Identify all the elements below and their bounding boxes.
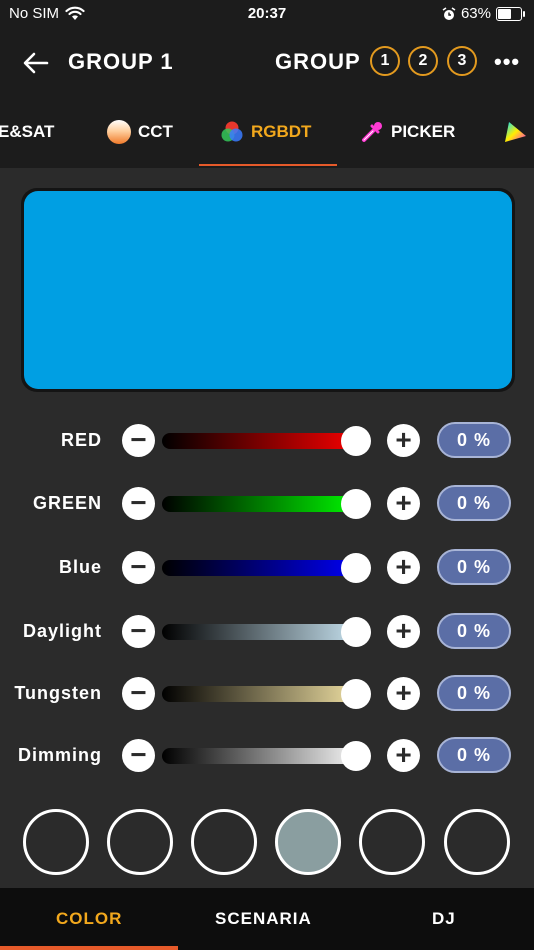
value-readout: 0 % — [437, 613, 511, 649]
slider-thumb[interactable] — [341, 679, 372, 709]
slider-row-tungsten: Tungsten − +0 % — [0, 674, 534, 714]
group-button-3[interactable]: 3 — [447, 46, 477, 76]
preset-slot-2[interactable] — [107, 809, 173, 875]
increase-button[interactable]: + — [387, 487, 420, 520]
value-readout: 0 % — [437, 422, 511, 458]
increase-button[interactable]: + — [387, 677, 420, 710]
decrease-button[interactable]: − — [122, 677, 155, 710]
increase-button[interactable]: + — [387, 424, 420, 457]
tab-label: RGBDT — [251, 122, 312, 141]
increase-button[interactable]: + — [387, 615, 420, 648]
tab-label: CCT — [138, 122, 173, 141]
value-readout: 0 % — [437, 485, 511, 521]
slider-row-dimming: Dimming − +0 % — [0, 736, 534, 776]
alarm-icon — [442, 6, 456, 20]
decrease-button[interactable]: − — [122, 739, 155, 772]
slider-thumb[interactable] — [341, 426, 372, 456]
mode-tabs: E&SAT CCT RGBDT PICKER — [0, 98, 534, 168]
decrease-button[interactable]: − — [122, 487, 155, 520]
increase-button[interactable]: + — [387, 551, 420, 584]
slider-track[interactable] — [162, 560, 366, 576]
tab-hue-sat[interactable]: E&SAT — [0, 120, 54, 144]
slider-thumb[interactable] — [341, 617, 372, 647]
value-readout: 0 % — [437, 549, 511, 585]
rgb-circles-icon — [221, 121, 243, 142]
slider-track[interactable] — [162, 686, 366, 702]
slider-track[interactable] — [162, 433, 366, 449]
triangle-gamut-icon — [505, 122, 526, 142]
slider-thumb[interactable] — [341, 741, 372, 771]
slider-label: Dimming — [17, 745, 102, 765]
preset-slot-3[interactable] — [191, 809, 257, 875]
preset-slot-5[interactable] — [359, 809, 425, 875]
nav-dj[interactable]: DJ — [432, 909, 456, 929]
slider-row-blue: Blue − +0 % — [0, 548, 534, 588]
battery-icon — [496, 6, 525, 21]
slider-label: RED — [60, 430, 102, 450]
tab-label: PICKER — [391, 122, 456, 141]
decrease-button[interactable]: − — [122, 551, 155, 584]
battery-group: 63% — [442, 5, 525, 22]
slider-label: Blue — [58, 557, 102, 577]
value-readout: 0 % — [437, 675, 511, 711]
bottom-nav: COLOR SCENARIA DJ — [0, 888, 534, 950]
group-button-2[interactable]: 2 — [408, 46, 438, 76]
slider-row-daylight: Daylight − +0 % — [0, 612, 534, 652]
tab-gamut[interactable] — [503, 120, 527, 144]
increase-button[interactable]: + — [387, 739, 420, 772]
slider-label: GREEN — [32, 493, 102, 513]
nav-scenaria[interactable]: SCENARIA — [215, 909, 312, 929]
back-arrow-icon[interactable] — [22, 50, 50, 76]
value-readout: 0 % — [437, 737, 511, 773]
slider-label: Daylight — [22, 621, 102, 641]
group-button-1[interactable]: 1 — [370, 46, 400, 76]
status-bar: No SIM 20:37 63% — [0, 0, 534, 28]
tab-label: E&SAT — [0, 122, 55, 141]
slider-row-green: GREEN − +0 % — [0, 484, 534, 524]
slider-track[interactable] — [162, 748, 366, 764]
tab-cct[interactable]: CCT — [107, 120, 173, 144]
slider-thumb[interactable] — [341, 489, 372, 519]
page-title: GROUP 1 — [68, 49, 174, 74]
more-options-icon[interactable]: ••• — [494, 49, 520, 75]
cct-icon — [107, 120, 131, 144]
preset-slot-4[interactable] — [275, 809, 341, 875]
tab-picker[interactable]: PICKER — [360, 120, 455, 144]
preset-slot-6[interactable] — [444, 809, 510, 875]
nav-color[interactable]: COLOR — [56, 909, 122, 929]
active-nav-indicator — [0, 946, 178, 950]
battery-percent: 63% — [460, 5, 491, 22]
tab-rgbdt[interactable]: RGBDT — [220, 120, 311, 144]
decrease-button[interactable]: − — [122, 615, 155, 648]
group-label: GROUP — [275, 49, 361, 74]
slider-track[interactable] — [162, 624, 366, 640]
active-tab-indicator — [199, 164, 337, 166]
slider-label: Tungsten — [14, 683, 102, 703]
decrease-button[interactable]: − — [122, 424, 155, 457]
color-preview — [24, 191, 512, 389]
color-picker-icon — [362, 122, 382, 142]
slider-thumb[interactable] — [341, 553, 372, 583]
preset-slot-1[interactable] — [23, 809, 89, 875]
slider-row-red: RED − +0 % — [0, 421, 534, 461]
app-header: GROUP 1 GROUP 1 2 3 ••• — [0, 28, 534, 98]
slider-track[interactable] — [162, 496, 366, 512]
